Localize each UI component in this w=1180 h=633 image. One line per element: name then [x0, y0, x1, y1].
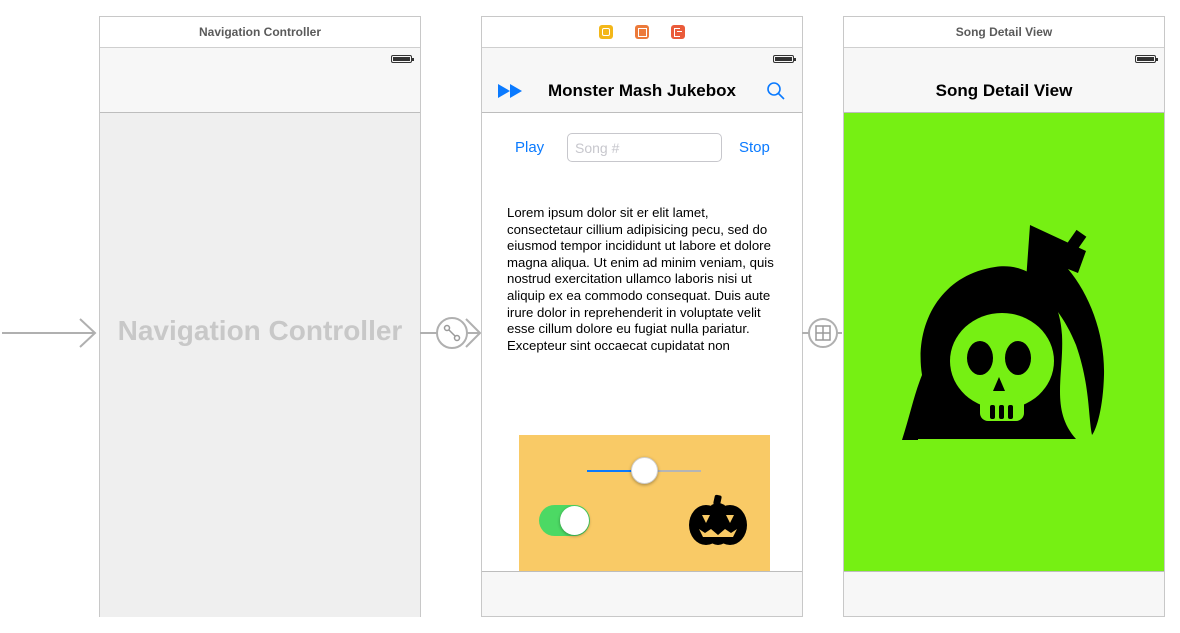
toggle-switch[interactable]	[539, 505, 590, 536]
jukebox-scene[interactable]: Monster Mash Jukebox Play Song # Stop Lo…	[481, 16, 803, 617]
slider-thumb[interactable]	[630, 457, 658, 484]
navigation-bar[interactable]: Monster Mash Jukebox	[482, 48, 802, 113]
view-controller-icon[interactable]	[599, 25, 613, 39]
song-detail-scene[interactable]: Song Detail View Song Detail View	[843, 16, 1165, 617]
play-button[interactable]: Play	[515, 139, 544, 156]
navigation-controller-scene[interactable]: Navigation Controller Navigation Control…	[99, 16, 421, 617]
stop-button[interactable]: Stop	[739, 139, 770, 156]
detail-content-view	[844, 113, 1164, 572]
scene-title: Song Detail View	[844, 17, 1164, 48]
nav-title: Monster Mash Jukebox	[548, 81, 736, 100]
bottom-toolbar	[482, 571, 802, 616]
pumpkin-icon	[689, 494, 747, 545]
search-icon[interactable]	[766, 81, 786, 101]
nav-title: Song Detail View	[935, 81, 1073, 100]
exit-icon[interactable]	[671, 25, 685, 39]
battery-icon	[391, 55, 414, 63]
grim-reaper-icon	[902, 225, 1105, 440]
controller-placeholder-label: Navigation Controller	[117, 315, 403, 346]
battery-icon	[773, 55, 796, 63]
song-number-field[interactable]: Song #	[567, 133, 722, 162]
battery-icon	[1135, 55, 1158, 63]
first-responder-icon[interactable]	[635, 25, 649, 39]
show-segue[interactable]	[802, 316, 844, 350]
scene-dock	[482, 17, 802, 48]
scene-title: Navigation Controller	[100, 17, 420, 48]
bottom-toolbar	[844, 571, 1164, 616]
initial-scene-arrow	[2, 318, 97, 348]
relationship-segue[interactable]	[420, 316, 482, 350]
lyrics-text-view[interactable]: Lorem ipsum dolor sit er elit lamet, con…	[507, 205, 781, 363]
navigation-bar[interactable]: Song Detail View	[844, 48, 1164, 113]
navigation-bar[interactable]	[100, 48, 420, 113]
toggle-knob	[560, 506, 589, 535]
controller-placeholder-area	[100, 113, 420, 617]
controls-panel	[519, 435, 770, 572]
